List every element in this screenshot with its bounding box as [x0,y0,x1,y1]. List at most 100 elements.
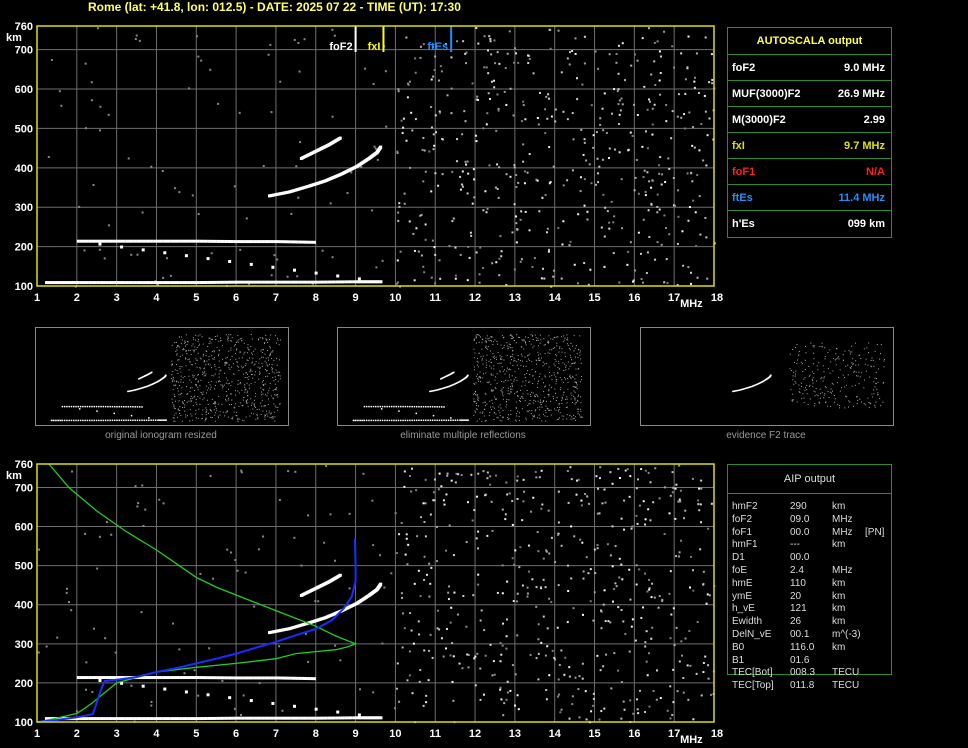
trace-point [431,419,434,422]
noise-dot [293,536,296,539]
trace-point [134,419,136,422]
noise-dot [376,158,379,161]
noise-dot [195,363,197,365]
noise-dot [702,159,705,162]
echo-trace-point [275,280,279,284]
noise-dot [197,55,200,58]
autoscala-value: N/A [866,166,885,178]
noise-dot [231,399,233,401]
noise-dot [586,495,589,498]
noise-dot [812,380,814,382]
echo-trace-point [379,582,383,586]
aip-value: 2.4 [790,565,804,576]
noise-dot [811,371,813,373]
echo-trace-point [307,716,311,720]
echo-trace-point [293,280,297,284]
trace-point [78,408,81,410]
trace-point [402,419,404,422]
noise-dot [490,383,492,385]
noise-dot [877,394,879,396]
noise-dot [214,420,216,422]
noise-dot [264,416,266,418]
trace-point [52,419,55,422]
noise-dot [384,70,387,73]
trace-point [116,405,118,408]
noise-dot [490,336,492,338]
noise-dot [571,363,573,365]
echo-trace-point [287,240,291,244]
echo-trace-point [116,281,120,285]
noise-dot [488,337,490,339]
noise-dot [173,404,175,406]
noise-dot [644,645,647,648]
noise-dot [574,378,576,380]
noise-dot [823,377,825,379]
noise-dot [506,493,509,496]
noise-dot [849,351,851,353]
noise-dot [816,380,818,382]
noise-dot [557,584,560,587]
noise-dot [514,549,517,552]
echo-trace-point [159,239,163,243]
aip-value: 110 [790,577,806,589]
echo-trace-point [312,677,316,681]
noise-dot [187,359,189,361]
noise-dot [512,364,514,366]
noise-dot [600,627,603,630]
noise-dot [575,368,577,370]
trace-point [464,419,467,421]
noise-dot [550,115,553,118]
echo-trace-point [93,676,97,680]
noise-dot [566,564,569,567]
noise-dot [226,548,229,551]
noise-dot [561,415,563,417]
noise-dot [577,688,580,691]
noise-dot [561,398,563,400]
noise-dot [505,400,507,402]
noise-dot [869,376,871,378]
noise-dot [188,369,190,371]
echo-trace-point [170,676,174,680]
noise-dot [620,178,623,181]
trace-point [132,419,134,422]
noise-dot [554,120,557,123]
echo-trace-point [156,676,160,680]
echo-trace-point [261,716,265,720]
echo-trace-point [187,676,191,680]
noise-dot [851,362,853,364]
noise-dot [628,650,631,653]
noise-dot [810,342,812,344]
noise-dot [649,519,652,522]
noise-dot [445,647,448,650]
noise-dot [249,357,251,359]
noise-dot [552,338,554,340]
echo-trace-point [184,676,188,680]
echo-trace-point [88,281,92,285]
noise-dot [596,547,599,550]
echo-trace-point [96,239,100,243]
noise-dot [220,337,222,339]
noise-dot [523,348,525,350]
noise-dot [848,400,850,402]
noise-dot [708,117,711,120]
noise-dot [193,396,195,398]
noise-dot [552,275,555,278]
noise-dot [262,393,264,395]
noise-dot [550,409,552,411]
aip-unit: m^(-3) [832,629,861,640]
noise-dot [812,352,814,354]
noise-dot [437,488,440,491]
noise-dot [184,341,186,343]
noise-dot [639,689,642,692]
noise-dot [583,62,586,65]
noise-dot [539,406,541,408]
aip-value: 121 [790,603,807,615]
noise-dot [178,336,180,338]
noise-dot [543,391,545,393]
noise-dot [192,337,194,339]
noise-dot [84,62,87,65]
noise-dot [792,348,794,350]
noise-dot [636,708,639,711]
noise-dot [485,367,487,369]
noise-dot [542,615,545,618]
